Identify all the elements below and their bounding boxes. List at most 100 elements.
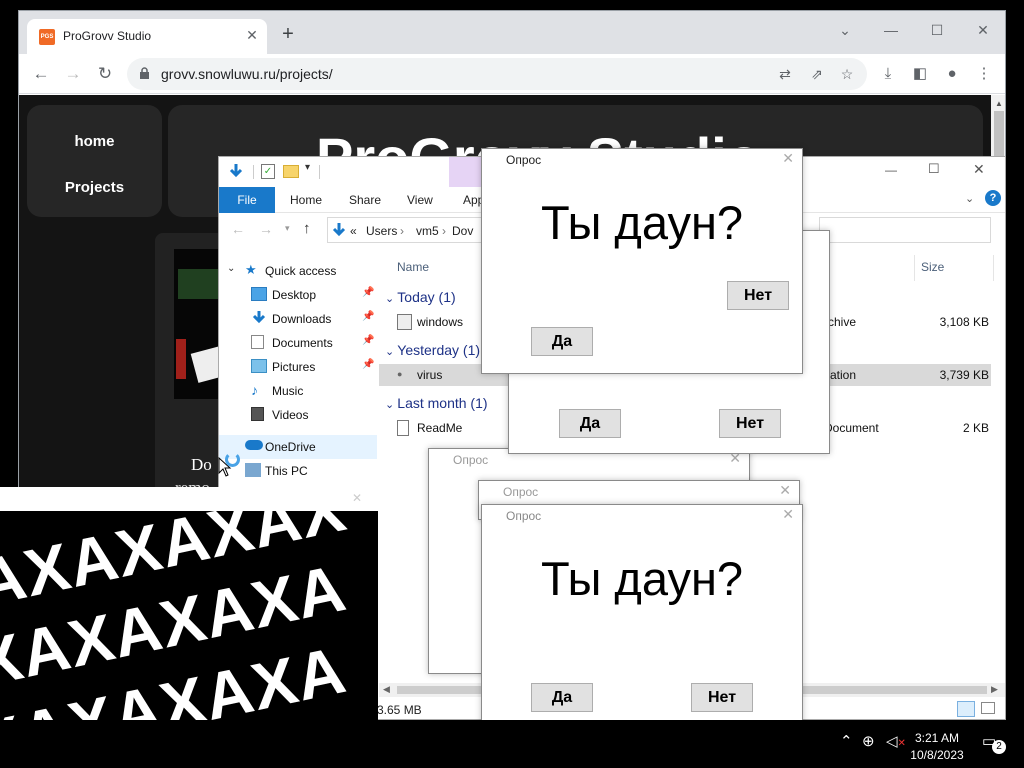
details-view-icon[interactable]: [957, 701, 975, 717]
browser-tab[interactable]: PGS ProGrovv Studio ✕: [27, 19, 267, 54]
yes-button[interactable]: Да: [559, 409, 621, 438]
onedrive-cloud-icon: [245, 440, 263, 450]
tray-overflow-icon[interactable]: ⌃: [840, 732, 853, 750]
expand-chevron-icon[interactable]: ⌄: [227, 263, 235, 274]
tab-title: ProGrovv Studio: [63, 29, 152, 43]
notification-icon[interactable]: ▭ 2: [980, 732, 1006, 754]
busy-spinner-icon: [225, 452, 240, 467]
poll-dialog-top: Опрос ✕ Ты даун? Нет Да: [481, 148, 803, 374]
nav-videos[interactable]: Videos: [219, 403, 377, 427]
favicon-icon: PGS: [39, 29, 55, 45]
new-tab-icon[interactable]: +: [277, 24, 299, 46]
explorer-maximize-icon[interactable]: ☐: [928, 161, 940, 177]
pin-icon: 📌: [362, 359, 375, 370]
card-text: Do: [191, 455, 212, 474]
profile-icon[interactable]: ●: [941, 63, 963, 85]
nav-home-link[interactable]: home: [27, 133, 162, 150]
ribbon-tab-home[interactable]: Home: [290, 193, 322, 207]
dialog-title: Опрос: [503, 485, 539, 499]
no-button[interactable]: Нет: [727, 281, 789, 310]
tab-close-icon[interactable]: ✕: [243, 26, 261, 44]
dialog-title: Опрос: [506, 509, 542, 523]
forward-icon[interactable]: →: [61, 62, 85, 86]
site-nav: home Projects: [27, 105, 162, 217]
scroll-up-icon[interactable]: ▲: [995, 99, 1003, 108]
download-icon[interactable]: ⤓: [877, 63, 899, 85]
nav-onedrive[interactable]: OneDrive: [219, 435, 377, 459]
dialog-close-icon[interactable]: ✕: [782, 150, 794, 167]
sidepanel-icon[interactable]: ◧: [909, 63, 931, 85]
poll-dialog-bottom: Опрос ✕ Ты даун? Да Нет: [481, 504, 803, 728]
nav-downloads[interactable]: Downloads 📌: [219, 307, 377, 331]
properties-icon[interactable]: ✓: [261, 164, 275, 179]
taskbar: ⌃ ⊕ ◁✕ 3:21 AM 10/8/2023 ▭ 2: [0, 720, 1024, 768]
yes-button[interactable]: Да: [531, 327, 593, 356]
download-arrow-icon: [229, 164, 243, 178]
breadcrumb-users[interactable]: Users: [366, 224, 397, 238]
breadcrumb-vm5[interactable]: vm5: [416, 224, 439, 238]
breadcrumb-overflow[interactable]: «: [350, 224, 357, 238]
translate-icon[interactable]: ⇄: [775, 65, 795, 83]
no-button[interactable]: Нет: [719, 409, 781, 438]
application-icon: ●: [397, 369, 403, 379]
explorer-close-icon[interactable]: ✕: [973, 161, 985, 178]
pictures-icon: [251, 359, 267, 373]
address-bar[interactable]: grovv.snowluwu.ru/projects/ ⇄ ⇗ ☆: [127, 58, 867, 90]
group-last-month[interactable]: ⌄ Last month (1): [385, 395, 488, 411]
documents-icon: [251, 335, 264, 349]
explorer-minimize-icon[interactable]: —: [885, 163, 897, 177]
group-today[interactable]: ⌄ Today (1): [385, 289, 456, 305]
star-icon[interactable]: ☆: [837, 65, 857, 83]
nav-desktop[interactable]: Desktop 📌: [219, 283, 377, 307]
recent-locations-icon[interactable]: ▾: [285, 223, 290, 234]
nav-documents[interactable]: Documents 📌: [219, 331, 377, 355]
dialog-title: Опрос: [506, 153, 542, 167]
tab-search-icon[interactable]: ⌄: [825, 17, 865, 43]
no-button[interactable]: Нет: [691, 683, 753, 712]
dialog-close-icon[interactable]: ✕: [782, 506, 794, 523]
network-icon[interactable]: ⊕: [862, 732, 875, 750]
ribbon-tab-share[interactable]: Share: [349, 193, 381, 207]
star-icon: ★: [245, 262, 257, 277]
up-icon[interactable]: ↑: [303, 220, 311, 237]
nav-projects-link[interactable]: Projects: [27, 179, 162, 196]
minimize-icon[interactable]: —: [871, 17, 911, 43]
column-name[interactable]: Name: [397, 260, 429, 274]
close-window-icon[interactable]: ✕: [963, 17, 1003, 43]
this-pc-icon: [245, 463, 261, 477]
archive-file-icon: [397, 314, 412, 330]
new-folder-icon[interactable]: [283, 165, 299, 178]
help-icon[interactable]: ?: [985, 190, 1001, 206]
explorer-search-box[interactable]: [819, 217, 991, 243]
app-tools-highlight: [449, 157, 485, 187]
nav-this-pc[interactable]: This PC: [219, 459, 377, 483]
browser-toolbar: ← → ↻ grovv.snowluwu.ru/projects/ ⇄ ⇗ ☆ …: [19, 54, 1005, 94]
maximize-icon[interactable]: ☐: [917, 17, 957, 43]
qat-dropdown-icon[interactable]: ▾: [305, 162, 310, 173]
tab-strip: PGS ProGrovv Studio ✕ + ⌄ — ☐ ✕: [19, 11, 1005, 54]
back-icon[interactable]: ←: [29, 62, 53, 86]
nav-pictures[interactable]: Pictures 📌: [219, 355, 377, 379]
group-yesterday[interactable]: ⌄ Yesterday (1): [385, 342, 480, 358]
yes-button[interactable]: Да: [531, 683, 593, 712]
share-icon[interactable]: ⇗: [807, 65, 827, 83]
menu-icon[interactable]: ⋮: [973, 63, 995, 85]
nav-music[interactable]: ♪ Music: [219, 379, 377, 403]
clock-date: 10/8/2023: [910, 748, 964, 762]
column-size[interactable]: Size: [921, 260, 944, 274]
ribbon-tab-file[interactable]: File: [219, 187, 275, 213]
tiles-view-icon[interactable]: [981, 702, 995, 714]
explorer-back-icon[interactable]: ←: [231, 221, 245, 237]
ribbon-tab-view[interactable]: View: [407, 193, 433, 207]
breadcrumb-downloads[interactable]: Dov: [452, 224, 473, 238]
dialog-close-icon[interactable]: ✕: [779, 482, 791, 499]
pin-icon: 📌: [362, 311, 375, 322]
reload-icon[interactable]: ↻: [93, 62, 117, 86]
taskbar-clock[interactable]: 3:21 AM 10/8/2023: [900, 730, 974, 764]
url-text: grovv.snowluwu.ru/projects/: [161, 66, 333, 82]
nav-quick-access[interactable]: ⌄ ★ Quick access: [219, 259, 377, 283]
desktop-icon: [251, 287, 267, 301]
downloads-icon: [252, 311, 266, 324]
ribbon-expand-icon[interactable]: ⌄: [965, 192, 974, 205]
explorer-forward-icon[interactable]: →: [259, 221, 273, 237]
